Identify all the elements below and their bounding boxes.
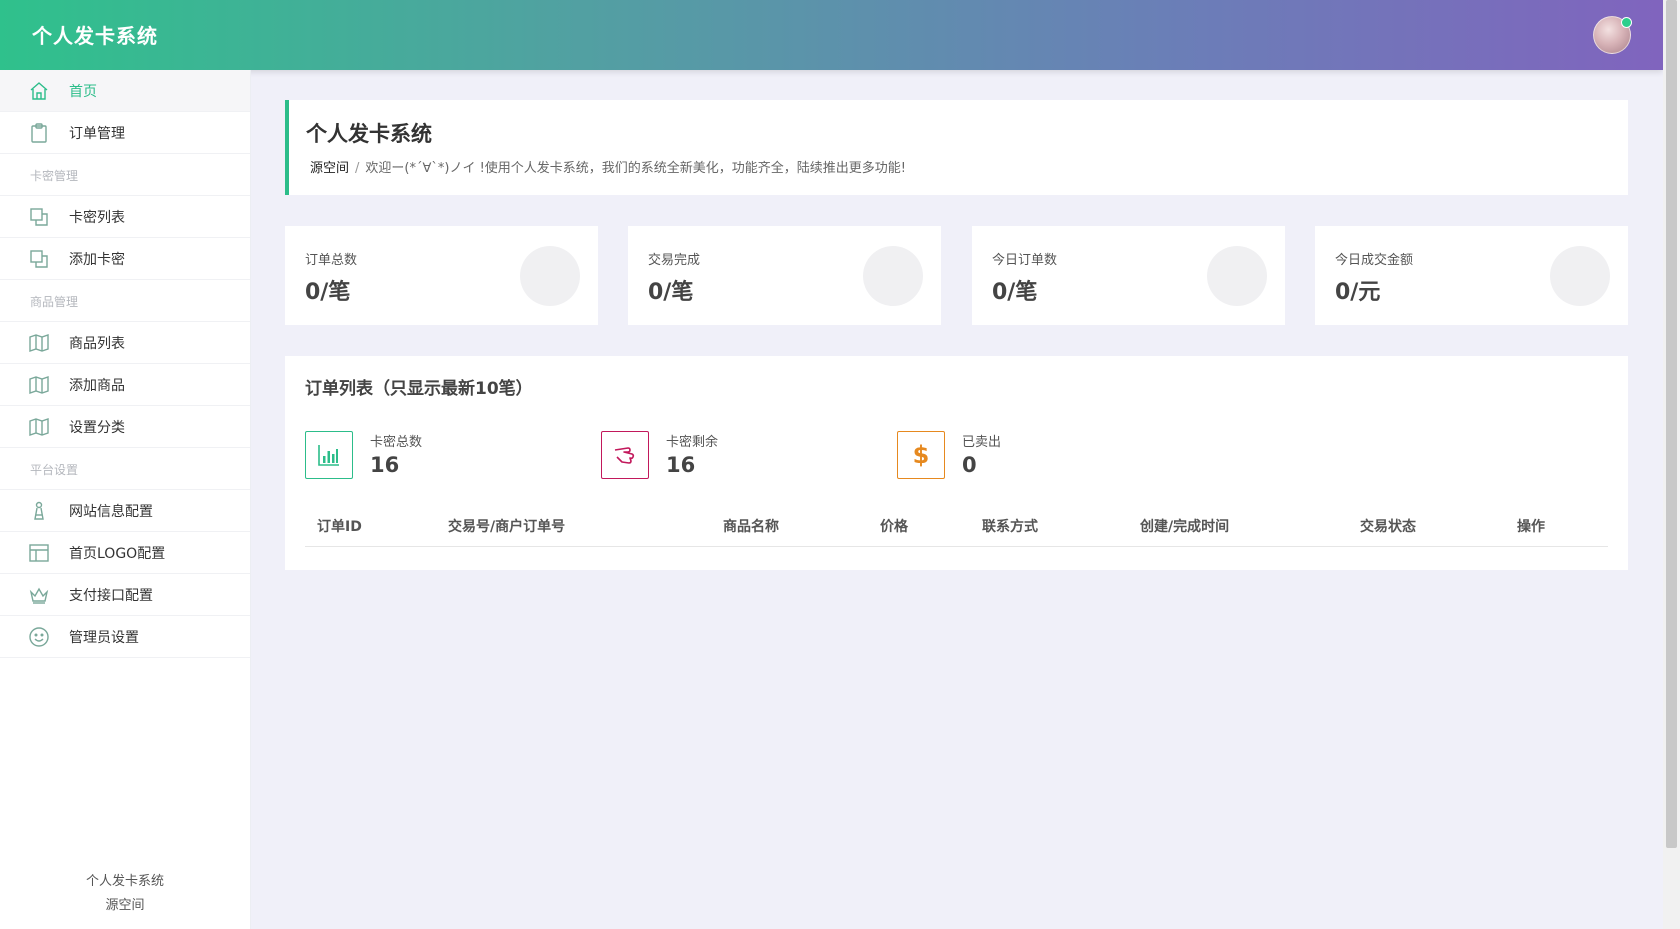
stat-value: 0/笔 bbox=[992, 280, 1038, 305]
map-icon bbox=[29, 376, 49, 394]
sidebar: 首页 订单管理 卡密管理 卡密列表 添加卡密 商品管理 商品列表 添加商品 设置… bbox=[0, 70, 251, 929]
metric-value: 16 bbox=[370, 453, 400, 477]
sidebar-item-label: 管理员设置 bbox=[69, 630, 139, 646]
sidebar-item-logo-config[interactable]: 首页LOGO配置 bbox=[0, 532, 250, 574]
column-header[interactable]: 交易号/商户订单号 bbox=[448, 516, 565, 536]
welcome-card: 个人发卡系统 源空间 / 欢迎ー(*´∀`*)ノイ !使用个人发卡系统，我们的系统全… bbox=[285, 100, 1628, 195]
sidebar-item-label: 设置分类 bbox=[69, 420, 125, 436]
sidebar-item-category[interactable]: 设置分类 bbox=[0, 406, 250, 448]
sidebar-group-label: 平台设置 bbox=[30, 463, 79, 477]
hand-icon bbox=[601, 431, 649, 479]
sidebar-item-label: 首页 bbox=[69, 84, 97, 100]
copy-icon bbox=[30, 250, 48, 268]
pin-icon bbox=[34, 501, 44, 520]
column-header[interactable]: 价格 bbox=[880, 516, 908, 536]
stat-value: 0/笔 bbox=[648, 280, 694, 305]
stat-value: 0/笔 bbox=[305, 280, 351, 305]
copy-icon bbox=[30, 208, 48, 226]
clipboard-icon bbox=[31, 123, 47, 143]
breadcrumb-separator: / bbox=[355, 161, 360, 176]
sidebar-item-admin-settings[interactable]: 管理员设置 bbox=[0, 616, 250, 658]
sidebar-item-label: 网站信息配置 bbox=[69, 504, 153, 520]
smile-icon bbox=[29, 627, 49, 647]
map-icon bbox=[29, 418, 49, 436]
sidebar-group-goods: 商品管理 bbox=[0, 280, 250, 322]
sidebar-item-label: 添加商品 bbox=[69, 378, 125, 394]
dollar-icon: $ bbox=[897, 431, 945, 479]
stat-card-today-orders: 今日订单数 0/笔 bbox=[972, 226, 1285, 325]
stat-circle-icon bbox=[1550, 246, 1610, 306]
stat-label: 订单总数 bbox=[305, 253, 358, 268]
metric-value: 16 bbox=[666, 453, 696, 477]
stat-circle-icon bbox=[520, 246, 580, 306]
sidebar-group-platform: 平台设置 bbox=[0, 448, 250, 490]
layout-icon bbox=[29, 544, 49, 562]
sidebar-item-label: 添加卡密 bbox=[69, 252, 125, 268]
sidebar-item-label: 支付接口配置 bbox=[69, 588, 153, 604]
sidebar-item-label: 商品列表 bbox=[69, 336, 125, 352]
app-title[interactable]: 个人发卡系统 bbox=[32, 20, 158, 49]
sidebar-item-site-config[interactable]: 网站信息配置 bbox=[0, 490, 250, 532]
metric-value: 0 bbox=[962, 453, 977, 477]
column-header[interactable]: 交易状态 bbox=[1360, 516, 1416, 536]
online-status-dot bbox=[1621, 17, 1632, 28]
sidebar-item-label: 首页LOGO配置 bbox=[69, 546, 166, 562]
orders-title: 订单列表（只显示最新10笔） bbox=[305, 379, 533, 399]
top-header: 个人发卡系统 bbox=[0, 0, 1663, 70]
metric-label: 已卖出 bbox=[962, 435, 1002, 450]
footer-author: 源空间 bbox=[105, 898, 145, 913]
column-header[interactable]: 操作 bbox=[1517, 516, 1545, 536]
metric-label: 卡密总数 bbox=[370, 435, 423, 450]
column-header[interactable]: 订单ID bbox=[317, 516, 362, 536]
sidebar-item-orders[interactable]: 订单管理 bbox=[0, 112, 250, 154]
sidebar-item-card-list[interactable]: 卡密列表 bbox=[0, 196, 250, 238]
sidebar-item-goods-list[interactable]: 商品列表 bbox=[0, 322, 250, 364]
breadcrumb: 源空间 / 欢迎ー(*´∀`*)ノイ !使用个人发卡系统，我们的系统全新美化，功能齐… bbox=[310, 157, 906, 176]
sidebar-item-add-card[interactable]: 添加卡密 bbox=[0, 238, 250, 280]
orders-table-header: 订单ID 交易号/商户订单号 商品名称 价格 联系方式 创建/完成时间 交易状态… bbox=[305, 506, 1608, 547]
column-header[interactable]: 联系方式 bbox=[982, 516, 1038, 536]
bar-chart-icon bbox=[305, 431, 353, 479]
map-icon bbox=[29, 334, 49, 352]
stat-circle-icon bbox=[863, 246, 923, 306]
home-icon bbox=[30, 82, 48, 100]
stat-card-today-amount: 今日成交金额 0/元 bbox=[1315, 226, 1628, 325]
stat-card-completed: 交易完成 0/笔 bbox=[628, 226, 941, 325]
stat-card-total-orders: 订单总数 0/笔 bbox=[285, 226, 598, 325]
stat-label: 今日成交金额 bbox=[1335, 253, 1414, 268]
orders-card: 订单列表（只显示最新10笔） 卡密总数 16 卡密剩余 16 $ 已卖出 0 订… bbox=[285, 356, 1628, 570]
breadcrumb-home[interactable]: 源空间 bbox=[310, 161, 349, 176]
stat-label: 交易完成 bbox=[648, 253, 701, 268]
footer-system-name: 个人发卡系统 bbox=[85, 874, 164, 889]
scrollbar-thumb[interactable] bbox=[1666, 0, 1677, 848]
sidebar-group-label: 卡密管理 bbox=[30, 169, 79, 183]
column-header[interactable]: 创建/完成时间 bbox=[1140, 516, 1229, 536]
page-title: 个人发卡系统 bbox=[306, 122, 432, 146]
metric-label: 卡密剩余 bbox=[666, 435, 719, 450]
sidebar-item-add-goods[interactable]: 添加商品 bbox=[0, 364, 250, 406]
stat-circle-icon bbox=[1207, 246, 1267, 306]
sidebar-item-home[interactable]: 首页 bbox=[0, 70, 250, 112]
welcome-message: 欢迎ー(*´∀`*)ノイ !使用个人发卡系统，我们的系统全新美化，功能齐全，陆续… bbox=[365, 161, 906, 176]
sidebar-item-payment-config[interactable]: 支付接口配置 bbox=[0, 574, 250, 616]
stat-value: 0/元 bbox=[1335, 280, 1381, 305]
crown-icon bbox=[29, 587, 49, 604]
sidebar-group-card: 卡密管理 bbox=[0, 154, 250, 196]
sidebar-group-label: 商品管理 bbox=[30, 295, 79, 309]
sidebar-footer: 个人发卡系统 源空间 bbox=[0, 870, 250, 918]
sidebar-item-label: 卡密列表 bbox=[69, 210, 125, 226]
stat-label: 今日订单数 bbox=[992, 253, 1058, 268]
column-header[interactable]: 商品名称 bbox=[723, 516, 779, 536]
sidebar-item-label: 订单管理 bbox=[69, 126, 125, 142]
